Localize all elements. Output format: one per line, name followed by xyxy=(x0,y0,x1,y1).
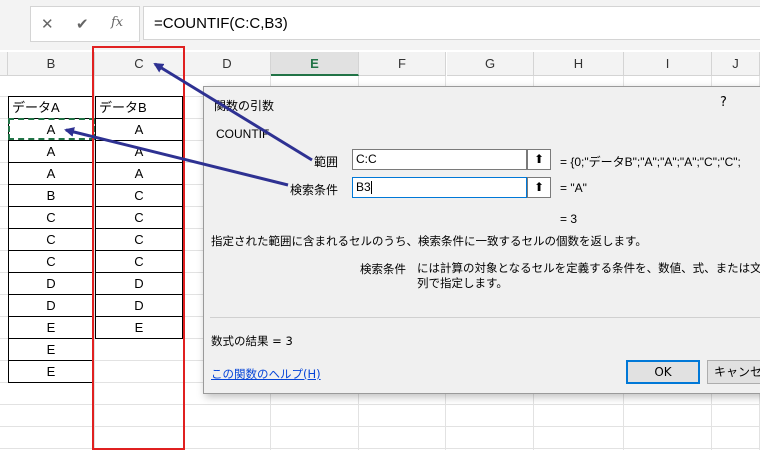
criteria-value-preview: = "A" xyxy=(560,181,587,195)
data-b-table: データB A A A C C C C D D E xyxy=(95,96,183,339)
table-cell[interactable]: C xyxy=(96,185,182,207)
function-arguments-dialog: 関数の引数 ? COUNTIF 範囲 C:C ⬆ = {0;"データB";"A"… xyxy=(203,86,760,394)
column-header-d[interactable]: D xyxy=(184,52,271,76)
criteria-collapse-icon[interactable]: ⬆ xyxy=(527,177,551,198)
table-header[interactable]: データA xyxy=(9,97,93,119)
table-cell[interactable]: A xyxy=(9,163,93,185)
column-header-g[interactable]: G xyxy=(447,52,534,76)
arg-description-label: 検索条件 xyxy=(360,262,406,276)
grid-row-line xyxy=(0,448,760,449)
table-cell[interactable]: C xyxy=(96,251,182,273)
table-cell[interactable]: D xyxy=(9,295,93,317)
table-cell[interactable]: C xyxy=(9,207,93,229)
table-cell[interactable]: D xyxy=(96,273,182,295)
select-all-corner[interactable] xyxy=(0,52,8,76)
cancel-icon[interactable]: ✕ xyxy=(41,15,54,33)
dialog-title: 関数の引数 xyxy=(214,99,275,113)
table-cell[interactable]: E xyxy=(9,339,93,361)
table-cell[interactable]: D xyxy=(9,273,93,295)
arg-description-text: には計算の対象となるセルを定義する条件を、数値、式、または文字列で指定します。 xyxy=(417,261,760,290)
column-header-i[interactable]: I xyxy=(624,52,712,76)
table-cell[interactable]: E xyxy=(96,317,182,339)
column-header-f[interactable]: F xyxy=(359,52,446,76)
range-collapse-icon[interactable]: ⬆ xyxy=(527,149,551,170)
formula-result: 数式の結果 = 3 xyxy=(211,334,293,348)
cancel-button[interactable]: キャンセル xyxy=(707,360,760,384)
table-cell[interactable]: C xyxy=(9,229,93,251)
column-header-e[interactable]: E xyxy=(271,52,359,76)
formula-buttons: ✕ ✔ fx xyxy=(30,6,140,42)
criteria-input[interactable]: B3 xyxy=(352,177,527,198)
table-cell[interactable]: B xyxy=(9,185,93,207)
column-header-h[interactable]: H xyxy=(534,52,624,76)
column-header-c[interactable]: C xyxy=(95,52,184,76)
grid-col-line xyxy=(183,76,184,450)
ok-button[interactable]: OK xyxy=(626,360,700,384)
table-cell[interactable]: C xyxy=(96,207,182,229)
function-help-link[interactable]: この関数のヘルプ(H) xyxy=(211,366,321,382)
range-input[interactable]: C:C xyxy=(352,149,527,170)
grid-row-line xyxy=(0,426,760,427)
criteria-text: B3 xyxy=(356,180,371,194)
table-cell[interactable]: A xyxy=(96,141,182,163)
table-cell[interactable]: A xyxy=(96,163,182,185)
function-name: COUNTIF xyxy=(216,127,270,141)
table-header[interactable]: データB xyxy=(96,97,182,119)
text-caret xyxy=(370,181,372,195)
table-cell[interactable]: E xyxy=(9,361,93,383)
formula-input[interactable]: =COUNTIF(C:C,B3) xyxy=(143,6,760,40)
dialog-divider xyxy=(210,317,760,318)
criteria-label: 検索条件 xyxy=(290,183,339,197)
table-cell[interactable]: E xyxy=(9,317,93,339)
column-header-j[interactable]: J xyxy=(712,52,760,76)
table-cell[interactable]: D xyxy=(96,295,182,317)
function-result-preview: = 3 xyxy=(560,212,578,226)
range-value-preview: = {0;"データB";"A";"A";"A";"C";"C"; xyxy=(560,155,741,169)
copy-marquee-b3 xyxy=(8,118,95,140)
table-cell[interactable]: C xyxy=(9,251,93,273)
range-label: 範囲 xyxy=(314,155,339,169)
column-header-b[interactable]: B xyxy=(8,52,95,76)
enter-icon[interactable]: ✔ xyxy=(76,15,89,33)
table-cell[interactable]: C xyxy=(96,229,182,251)
table-cell[interactable]: A xyxy=(96,119,182,141)
table-cell[interactable]: A xyxy=(9,141,93,163)
insert-function-icon[interactable]: fx xyxy=(111,15,123,30)
formula-bar: ✕ ✔ fx =COUNTIF(C:C,B3) xyxy=(0,0,760,50)
function-description: 指定された範囲に含まれるセルのうち、検索条件に一致するセルの個数を返します。 xyxy=(211,234,647,248)
grid-row-line xyxy=(0,404,760,405)
help-button[interactable]: ? xyxy=(720,95,727,110)
